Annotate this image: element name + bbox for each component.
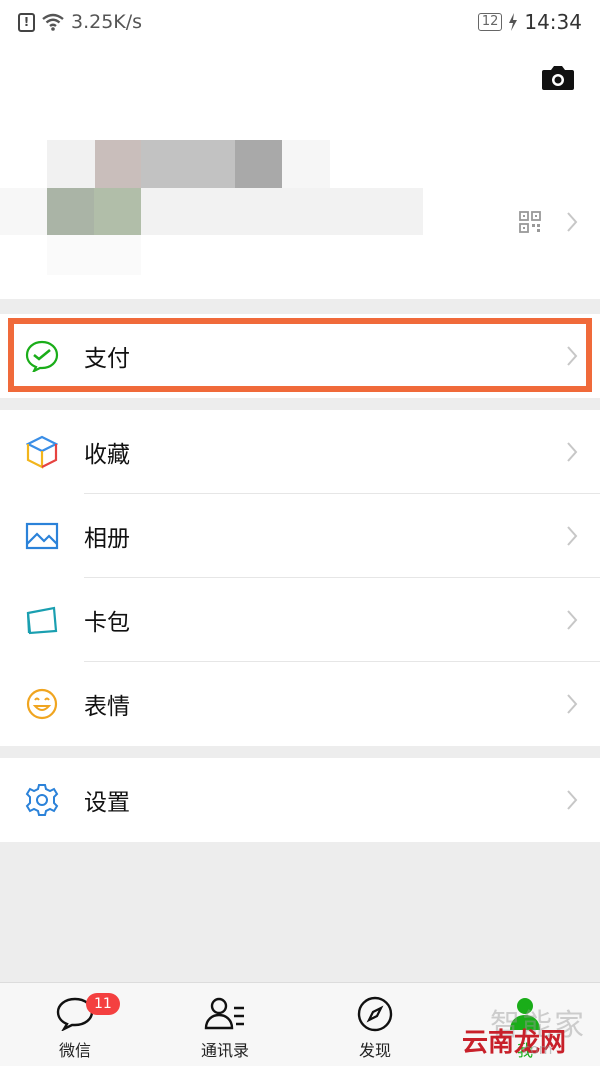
album-icon bbox=[24, 518, 60, 554]
gear-icon bbox=[24, 782, 60, 818]
status-right: 12 14:34 bbox=[477, 10, 582, 34]
smiley-icon bbox=[24, 686, 60, 722]
chevron-right-icon bbox=[567, 694, 578, 714]
menu-label-stickers: 表情 bbox=[84, 694, 130, 720]
favorites-cube-icon bbox=[24, 434, 60, 470]
compass-icon bbox=[357, 995, 393, 1033]
chevron-right-icon bbox=[567, 790, 578, 810]
menu-item-stickers[interactable]: 表情 bbox=[0, 662, 600, 746]
chevron-right-icon bbox=[567, 526, 578, 546]
profile-header[interactable] bbox=[0, 44, 600, 299]
contacts-icon bbox=[204, 995, 246, 1033]
menu-label-album: 相册 bbox=[84, 526, 130, 552]
tab-contacts[interactable]: 通讯录 bbox=[150, 983, 300, 1066]
highlight-box bbox=[8, 318, 592, 392]
wifi-icon bbox=[42, 13, 64, 31]
menu-label-settings: 设置 bbox=[84, 790, 130, 816]
network-speed: 3.25K/s bbox=[71, 11, 143, 33]
menu-item-cards[interactable]: 卡包 bbox=[0, 578, 600, 662]
watermark-url: .com bbox=[518, 1042, 553, 1058]
chevron-right-icon bbox=[567, 442, 578, 462]
charging-icon bbox=[509, 13, 518, 31]
camera-icon[interactable] bbox=[541, 65, 575, 91]
features-section: 收藏 相册 卡包 表情 bbox=[0, 410, 600, 746]
menu-label-favorites: 收藏 bbox=[84, 442, 130, 468]
tab-chats[interactable]: 11 微信 bbox=[0, 983, 150, 1066]
menu-item-settings[interactable]: 设置 bbox=[0, 758, 600, 842]
menu-item-favorites[interactable]: 收藏 bbox=[0, 410, 600, 494]
status-bar: ! 3.25K/s 12 14:34 bbox=[0, 0, 600, 44]
unread-badge: 11 bbox=[86, 993, 120, 1015]
status-time: 14:34 bbox=[524, 10, 582, 34]
card-wallet-icon bbox=[24, 602, 60, 638]
battery-indicator: 12 bbox=[477, 13, 503, 31]
settings-section: 设置 bbox=[0, 758, 600, 842]
status-left: ! 3.25K/s bbox=[18, 11, 142, 33]
chevron-right-icon bbox=[567, 610, 578, 630]
menu-label-cards: 卡包 bbox=[84, 610, 130, 636]
menu-item-album[interactable]: 相册 bbox=[0, 494, 600, 578]
tab-label: 通讯录 bbox=[200, 1041, 249, 1060]
tab-label: 微信 bbox=[58, 1041, 91, 1060]
tab-label: 发现 bbox=[358, 1041, 391, 1060]
qr-code-icon[interactable] bbox=[519, 211, 541, 233]
alert-icon: ! bbox=[18, 12, 35, 32]
chevron-right-icon bbox=[567, 212, 578, 232]
tab-discover[interactable]: 发现 bbox=[300, 983, 450, 1066]
